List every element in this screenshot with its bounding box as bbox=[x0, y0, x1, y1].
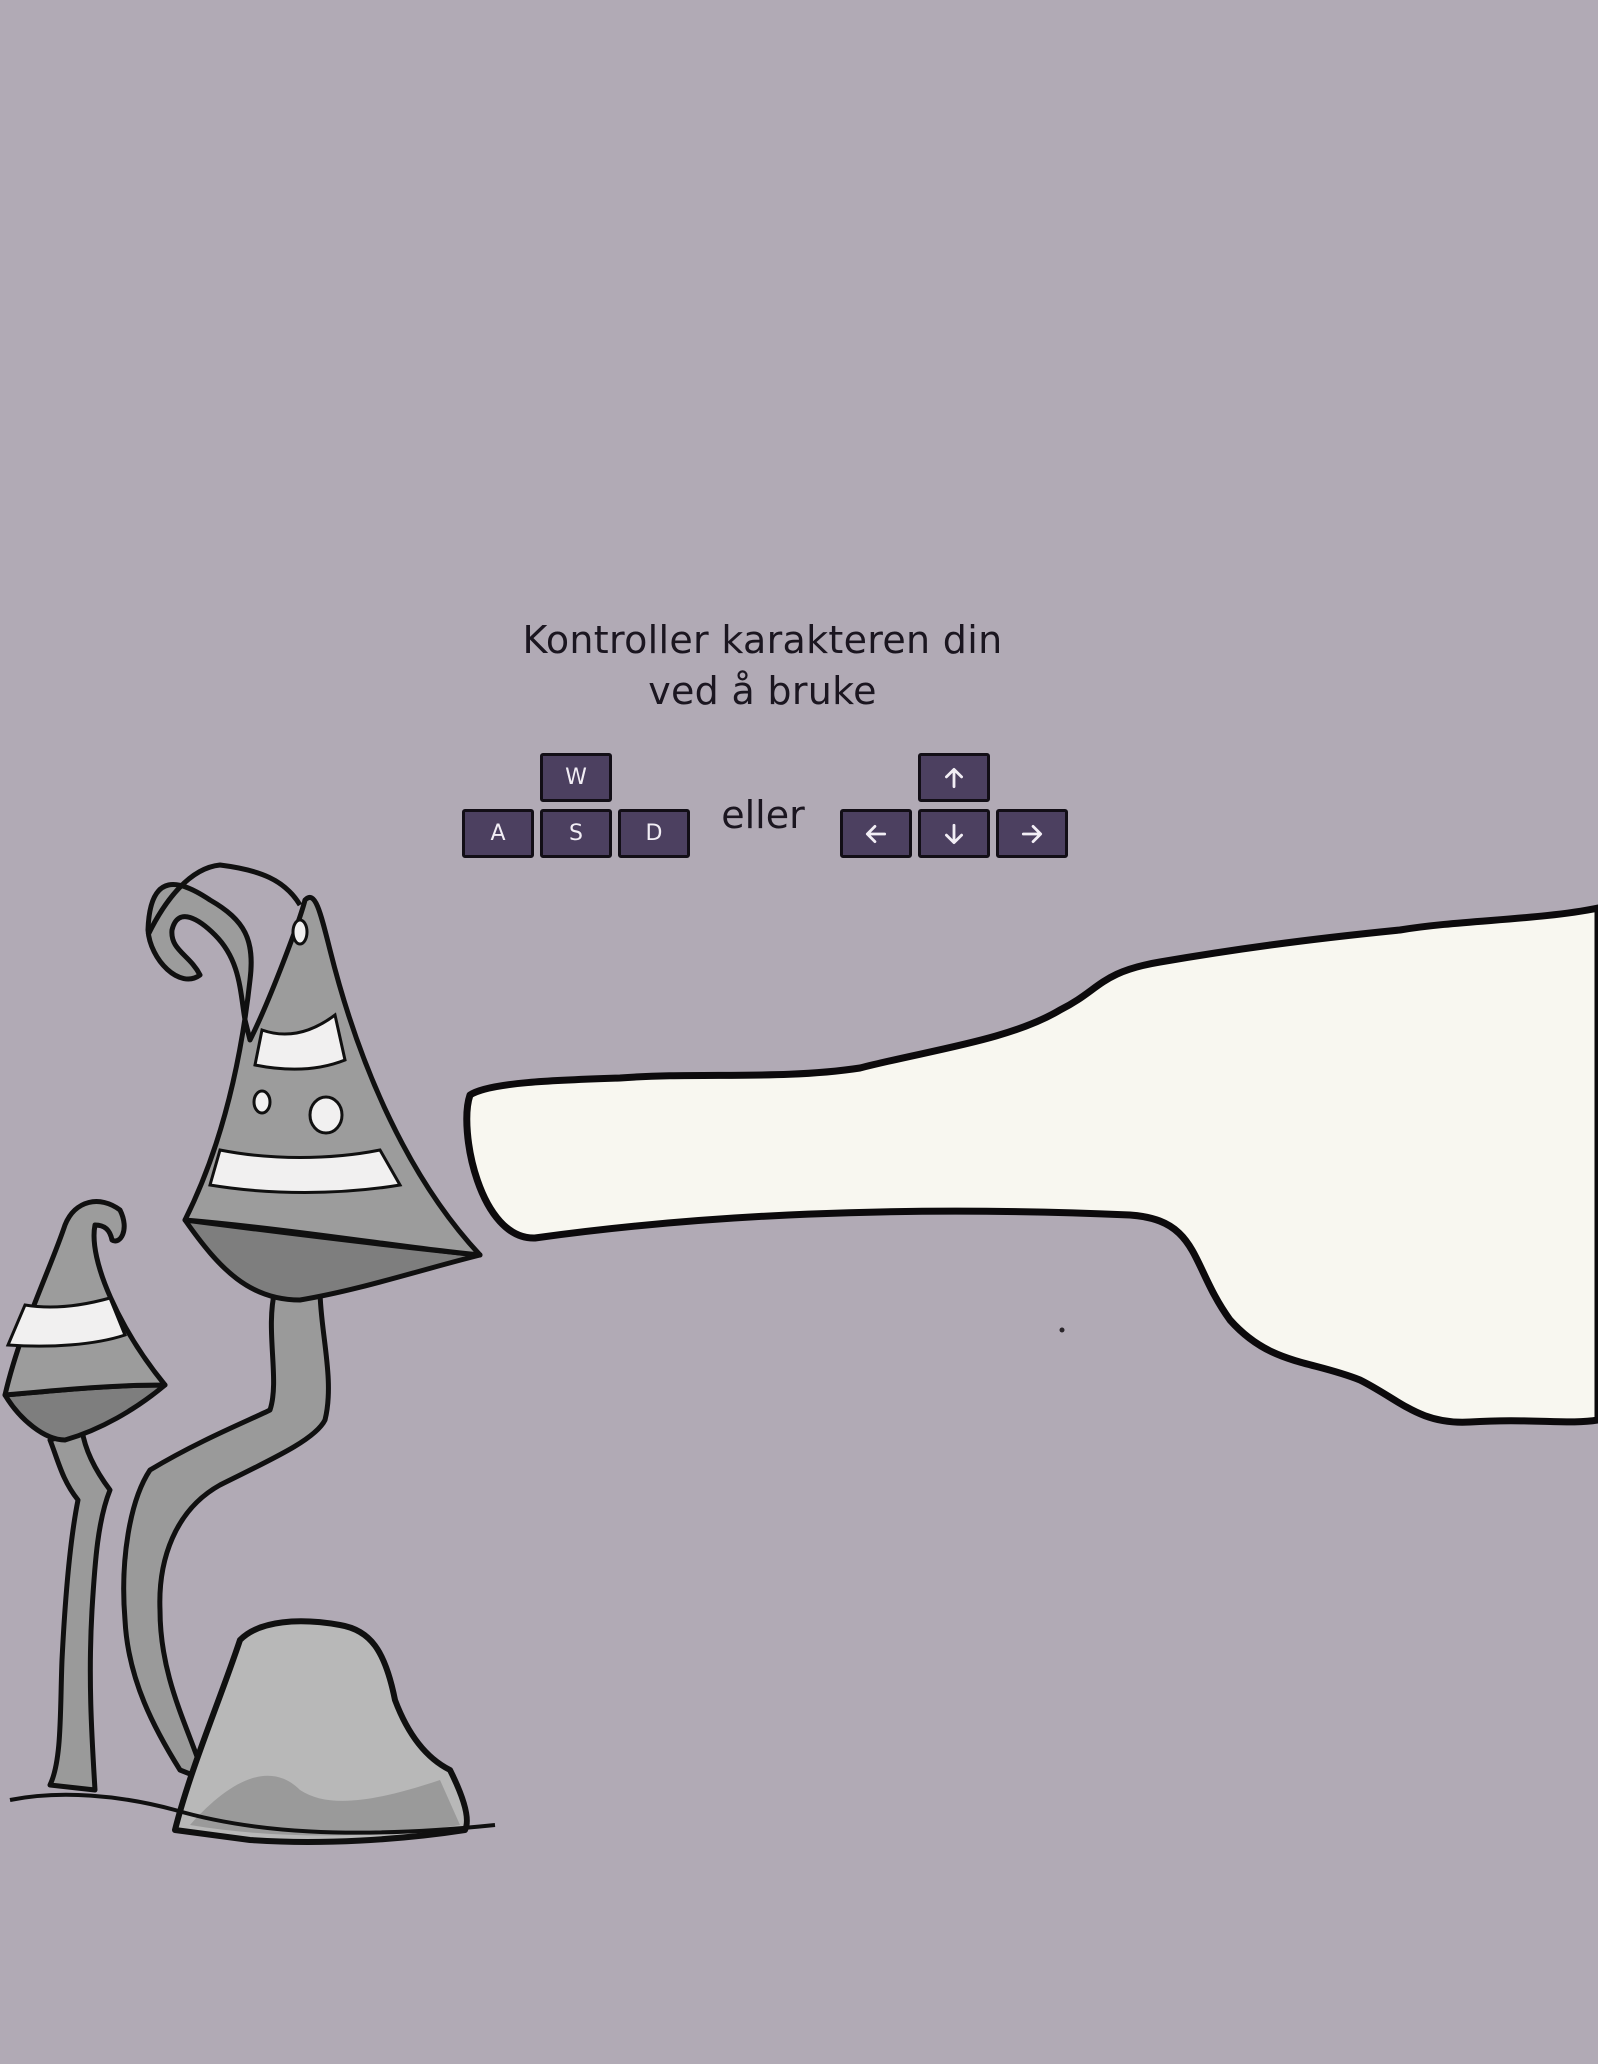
arrow-down-icon bbox=[945, 823, 963, 844]
light-path bbox=[463, 904, 1598, 1426]
key-w: W bbox=[540, 753, 612, 802]
separator-text: eller bbox=[721, 793, 805, 837]
small-mushroom-cap bbox=[2, 1199, 168, 1398]
arrow-right-icon bbox=[1021, 824, 1043, 843]
key-left bbox=[840, 809, 912, 858]
key-right bbox=[996, 809, 1068, 858]
key-down bbox=[918, 809, 990, 858]
small-mushroom-stem bbox=[47, 1427, 113, 1793]
big-mushroom-spot bbox=[308, 1095, 344, 1135]
controls-instructions: Kontroller karakteren din ved å bruke bbox=[440, 615, 1085, 717]
big-mushroom-spot bbox=[252, 1089, 272, 1115]
arrow-up-icon bbox=[945, 767, 963, 788]
big-mushroom-spot bbox=[291, 918, 309, 946]
big-mushroom-band bbox=[208, 1148, 403, 1194]
key-s: S bbox=[540, 809, 612, 858]
instructions-line-2: ved å bruke bbox=[648, 669, 877, 713]
key-a: A bbox=[462, 809, 534, 858]
big-mushroom-cap bbox=[145, 882, 483, 1258]
scene-illustration bbox=[2, 862, 1598, 1845]
arrow-left-icon bbox=[865, 824, 887, 843]
key-up bbox=[918, 753, 990, 802]
pebble bbox=[1059, 1327, 1065, 1333]
instructions-line-1: Kontroller karakteren din bbox=[522, 618, 1003, 662]
small-mushroom-band bbox=[5, 1296, 127, 1348]
key-d: D bbox=[618, 809, 690, 858]
